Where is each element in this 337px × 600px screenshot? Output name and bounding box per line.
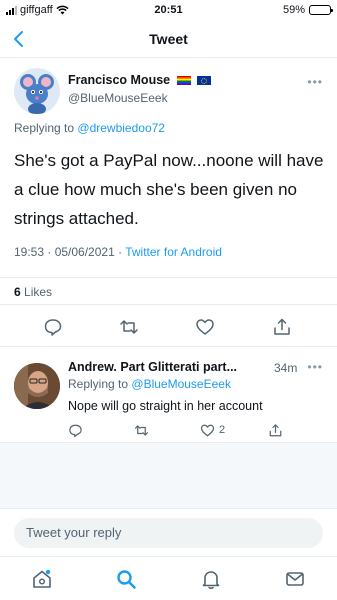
home-icon[interactable]	[31, 568, 53, 590]
reply-replying-to: Replying to @BlueMouseEeek	[68, 377, 231, 391]
like-icon	[200, 424, 215, 436]
navigation-bar: Tweet	[0, 22, 337, 58]
reply-composer: Tweet your reply	[0, 508, 337, 556]
notifications-bell-icon[interactable]	[200, 568, 222, 590]
page-title: Tweet	[149, 31, 188, 47]
replying-to: Replying to @drewbiedoo72	[14, 121, 165, 135]
likes-count: 6	[14, 285, 21, 299]
likes-row[interactable]: 6 Likes	[0, 277, 337, 305]
tweet-meta: 19:53 · 05/06/2021 · Twitter for Android	[14, 245, 222, 259]
share-icon	[269, 423, 282, 436]
reply-author-avatar[interactable]	[14, 363, 60, 409]
reply-input[interactable]: Tweet your reply	[14, 518, 323, 548]
eu-flag-icon	[197, 76, 212, 86]
like-icon[interactable]	[195, 317, 215, 337]
main-tweet: Francisco Mouse @BlueMouseEeek ••• Reply…	[0, 58, 337, 305]
tweet-actions	[0, 305, 337, 347]
reply-replying-prefix: Replying to	[68, 377, 129, 391]
share-icon[interactable]	[272, 317, 292, 337]
reply-reply-button[interactable]	[68, 422, 83, 438]
reply-like-button[interactable]: 2	[200, 422, 225, 438]
replying-prefix: Replying to	[14, 121, 75, 135]
person-photo-icon	[14, 363, 60, 409]
retweet-icon	[134, 424, 149, 436]
empty-feed-area	[0, 443, 337, 508]
reply-author-name[interactable]: Andrew. Part Glitterati part...	[68, 360, 237, 374]
reply-more-options-icon[interactable]: •••	[307, 360, 323, 374]
reply-like-count: 2	[219, 424, 226, 436]
tweet-timestamp: 19:53 · 05/06/2021 ·	[14, 245, 126, 259]
reply-replying-to-handle[interactable]: @BlueMouseEeek	[131, 377, 231, 391]
battery-info: 59%	[282, 4, 333, 16]
more-options-icon[interactable]: •••	[307, 75, 323, 89]
author-name-row[interactable]: Francisco Mouse	[68, 73, 212, 87]
reply-icon	[69, 424, 82, 437]
likes-summary: 6 Likes	[14, 285, 52, 299]
reply-retweet-button[interactable]	[134, 422, 149, 438]
reply-time: 34m	[274, 361, 298, 375]
replying-to-handle[interactable]: @drewbiedoo72	[77, 121, 165, 135]
likes-label: Likes	[24, 285, 53, 299]
tweet-text: She's got a PayPal now...noone will have…	[14, 151, 324, 228]
search-icon[interactable]	[115, 568, 137, 590]
reply-tweet[interactable]: Andrew. Part Glitterati part... 34m ••• …	[0, 347, 337, 443]
battery-percent: 59%	[282, 4, 305, 16]
messages-mail-icon[interactable]	[284, 568, 306, 590]
rainbow-flag-icon	[176, 76, 191, 86]
battery-icon	[309, 5, 333, 15]
retweet-icon[interactable]	[119, 317, 139, 337]
author-handle[interactable]: @BlueMouseEeek	[68, 91, 168, 105]
mouse-mascot-icon	[20, 74, 54, 114]
reply-share-button[interactable]	[268, 422, 283, 438]
author-name: Francisco Mouse	[68, 73, 171, 87]
status-bar: giffgaff 20:51 59%	[0, 0, 337, 22]
tab-bar	[0, 556, 337, 600]
reply-icon[interactable]	[43, 317, 63, 337]
tweet-source[interactable]: Twitter for Android	[125, 245, 222, 259]
author-avatar[interactable]	[14, 68, 60, 114]
reply-text: Nope will go straight in her account	[68, 399, 263, 413]
